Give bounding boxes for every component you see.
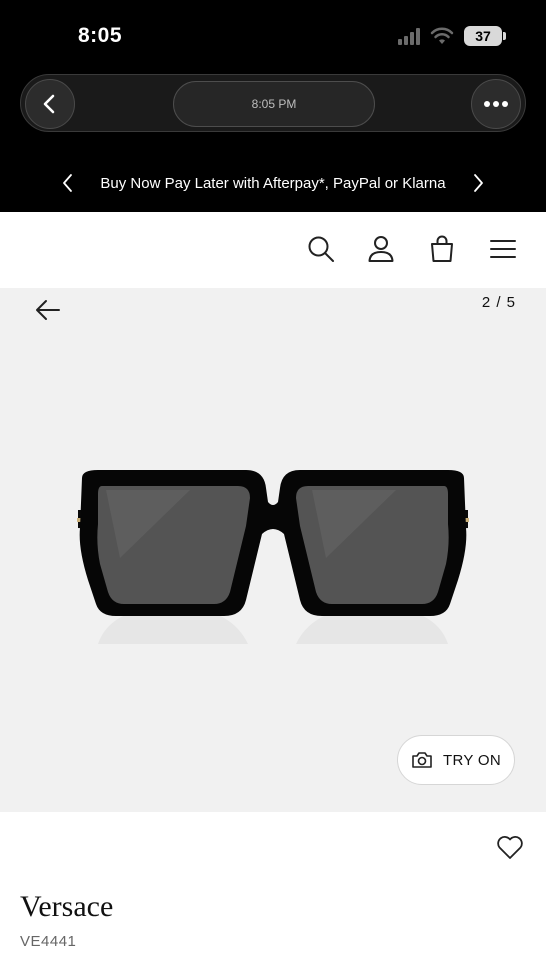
chevron-right-icon[interactable] bbox=[468, 172, 488, 194]
heart-icon[interactable] bbox=[496, 834, 524, 860]
arrow-left-icon[interactable] bbox=[34, 296, 62, 324]
promo-banner: Buy Now Pay Later with Afterpay*, PayPal… bbox=[0, 166, 546, 200]
more-icon bbox=[484, 101, 508, 107]
promo-text: Buy Now Pay Later with Afterpay*, PayPal… bbox=[100, 174, 446, 192]
site-header bbox=[0, 212, 546, 288]
battery-icon: 37 bbox=[464, 26, 506, 46]
try-on-button[interactable]: TRY ON bbox=[397, 735, 515, 785]
browser-back-button[interactable] bbox=[25, 79, 75, 129]
back-icon bbox=[43, 94, 55, 114]
browser-toolbar: 8:05 PM bbox=[20, 74, 526, 132]
wifi-icon bbox=[430, 27, 454, 44]
page: 8:05 37 8:05 PM Buy Now Pay Later with A… bbox=[0, 0, 546, 960]
product-gallery[interactable]: 2 / 5 TRY ON bbox=[0, 288, 546, 812]
image-counter: 2 / 5 bbox=[481, 294, 516, 311]
product-info: Versace VE4441 bbox=[0, 812, 546, 960]
camera-icon bbox=[412, 752, 432, 768]
chevron-left-icon[interactable] bbox=[58, 172, 78, 194]
account-icon[interactable] bbox=[366, 234, 396, 264]
signal-icon bbox=[398, 27, 420, 45]
menu-icon[interactable] bbox=[488, 234, 518, 264]
product-brand: Versace bbox=[20, 890, 114, 923]
address-time: 8:05 PM bbox=[251, 97, 297, 111]
status-icons: 37 bbox=[398, 26, 506, 46]
address-pill[interactable]: 8:05 PM bbox=[173, 81, 375, 127]
browser-more-button[interactable] bbox=[471, 79, 521, 129]
search-icon[interactable] bbox=[306, 234, 336, 264]
try-on-label: TRY ON bbox=[443, 751, 501, 769]
status-time: 8:05 bbox=[78, 24, 123, 47]
top-bar: 8:05 37 8:05 PM Buy Now Pay Later with A… bbox=[0, 0, 546, 212]
bag-icon[interactable] bbox=[427, 234, 457, 264]
product-model: VE4441 bbox=[20, 933, 77, 950]
product-image-sunglasses bbox=[77, 470, 469, 644]
